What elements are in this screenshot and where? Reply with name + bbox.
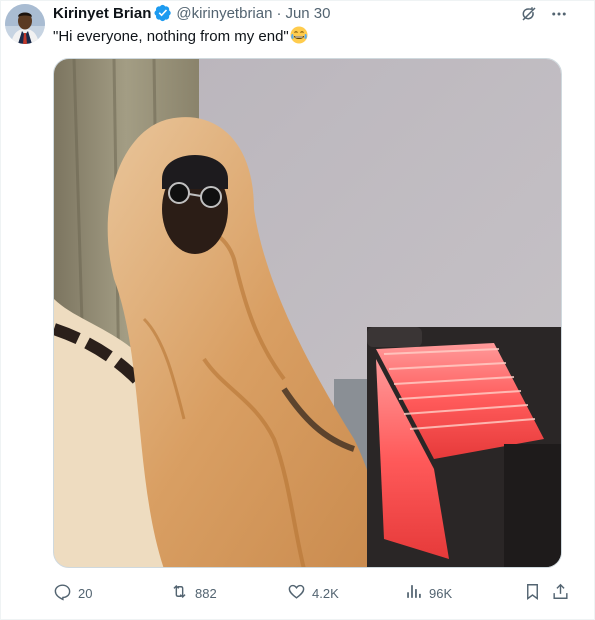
tweet-header: Kirinyet Brian @kirinyetbrian · Jun 30 — [53, 3, 331, 23]
more-icon[interactable] — [550, 5, 568, 23]
user-handle[interactable]: @kirinyetbrian — [176, 5, 272, 22]
repost-button[interactable]: 882 — [170, 582, 217, 604]
tweet-actions: 20 882 4.2K 96K — [53, 582, 568, 604]
tweet-top-actions — [520, 5, 568, 23]
repost-count: 882 — [195, 585, 217, 601]
face-with-tears-of-joy-icon — [290, 26, 308, 50]
tweet-text-content: "Hi everyone, nothing from my end" — [53, 28, 289, 45]
tweet-date[interactable]: Jun 30 — [285, 5, 330, 22]
avatar-image — [5, 4, 45, 44]
views-chart-icon — [404, 582, 423, 604]
bookmark-icon — [523, 582, 542, 604]
reply-button[interactable]: 20 — [53, 582, 92, 604]
heart-icon — [287, 582, 306, 604]
share-button[interactable] — [551, 582, 570, 604]
views-count: 96K — [429, 585, 453, 601]
views-button[interactable]: 96K — [404, 582, 452, 604]
like-count: 4.2K — [312, 585, 339, 601]
reply-icon — [53, 582, 72, 604]
repost-icon — [170, 582, 189, 604]
bookmark-button[interactable] — [523, 582, 542, 604]
tweet-card[interactable]: Kirinyet Brian @kirinyetbrian · Jun 30 "… — [0, 0, 595, 620]
photo-of-person-wrapped-in-blanket-by-heater — [54, 59, 561, 567]
reply-count: 20 — [78, 585, 93, 601]
header-separator: · — [276, 4, 282, 22]
display-name[interactable]: Kirinyet Brian — [53, 5, 151, 22]
tweet-text: "Hi everyone, nothing from my end" — [53, 26, 308, 50]
grok-icon[interactable] — [520, 5, 538, 23]
like-button[interactable]: 4.2K — [287, 582, 339, 604]
tweet-media[interactable] — [53, 58, 562, 568]
share-icon — [551, 582, 570, 604]
avatar[interactable] — [5, 4, 45, 44]
verified-badge-icon — [154, 4, 172, 22]
